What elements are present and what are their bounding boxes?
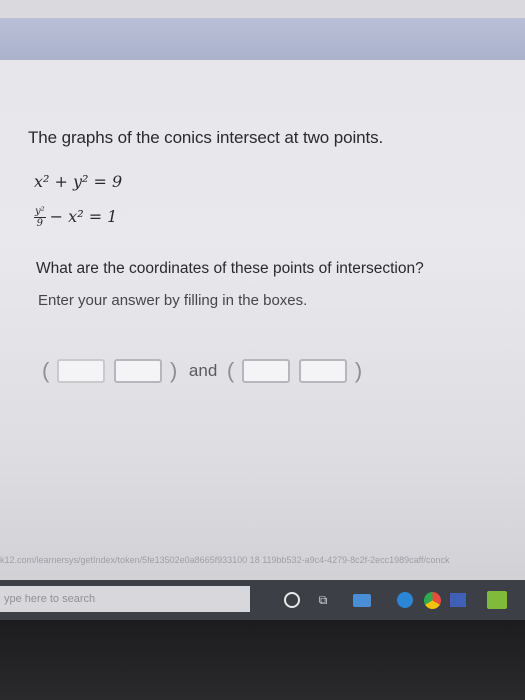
monitor-bezel bbox=[0, 620, 525, 700]
monitor-screen: The graphs of the conics intersect at tw… bbox=[0, 0, 525, 600]
point2-x-input[interactable] bbox=[241, 359, 290, 383]
chrome-icon[interactable] bbox=[422, 590, 442, 610]
point2-y-input[interactable] bbox=[299, 359, 348, 383]
open-paren: ( bbox=[226, 358, 235, 383]
open-paren: ( bbox=[42, 358, 50, 383]
instructions-text: Enter your answer by filling in the boxe… bbox=[38, 292, 308, 309]
point1-y-input[interactable] bbox=[114, 359, 163, 383]
fraction-numerator: y² bbox=[34, 206, 46, 218]
fraction: y² 9 bbox=[34, 206, 46, 229]
browser-top-strip bbox=[0, 0, 525, 18]
status-url: k12.com/learnersys/getIndex/token/5fe135… bbox=[0, 555, 450, 565]
point1-x-input[interactable] bbox=[56, 359, 105, 383]
fraction-denominator: 9 bbox=[36, 218, 44, 229]
close-paren: ) bbox=[170, 358, 178, 383]
page-header-banner bbox=[0, 18, 525, 60]
mail-icon[interactable] bbox=[352, 590, 372, 610]
equation-rest: − x² = 1 bbox=[49, 207, 118, 226]
windows-taskbar: ype here to search ⧉ bbox=[0, 580, 525, 620]
photos-icon[interactable] bbox=[448, 590, 468, 610]
and-label: and bbox=[188, 361, 218, 380]
cortana-icon[interactable] bbox=[282, 590, 302, 610]
taskbar-search-box[interactable]: ype here to search bbox=[0, 586, 250, 612]
edge-icon[interactable] bbox=[395, 590, 415, 610]
equation-hyperbola: y² 9 − x² = 1 bbox=[34, 206, 117, 229]
problem-intro: The graphs of the conics intersect at tw… bbox=[28, 128, 384, 147]
task-view-icon[interactable]: ⧉ bbox=[313, 590, 333, 610]
answer-row: ( ) and ( ) bbox=[42, 358, 362, 386]
store-icon[interactable] bbox=[487, 590, 507, 610]
question-text: What are the coordinates of these points… bbox=[36, 260, 424, 277]
equation-circle: x² + y² = 9 bbox=[34, 172, 123, 191]
close-paren: ) bbox=[354, 358, 363, 383]
